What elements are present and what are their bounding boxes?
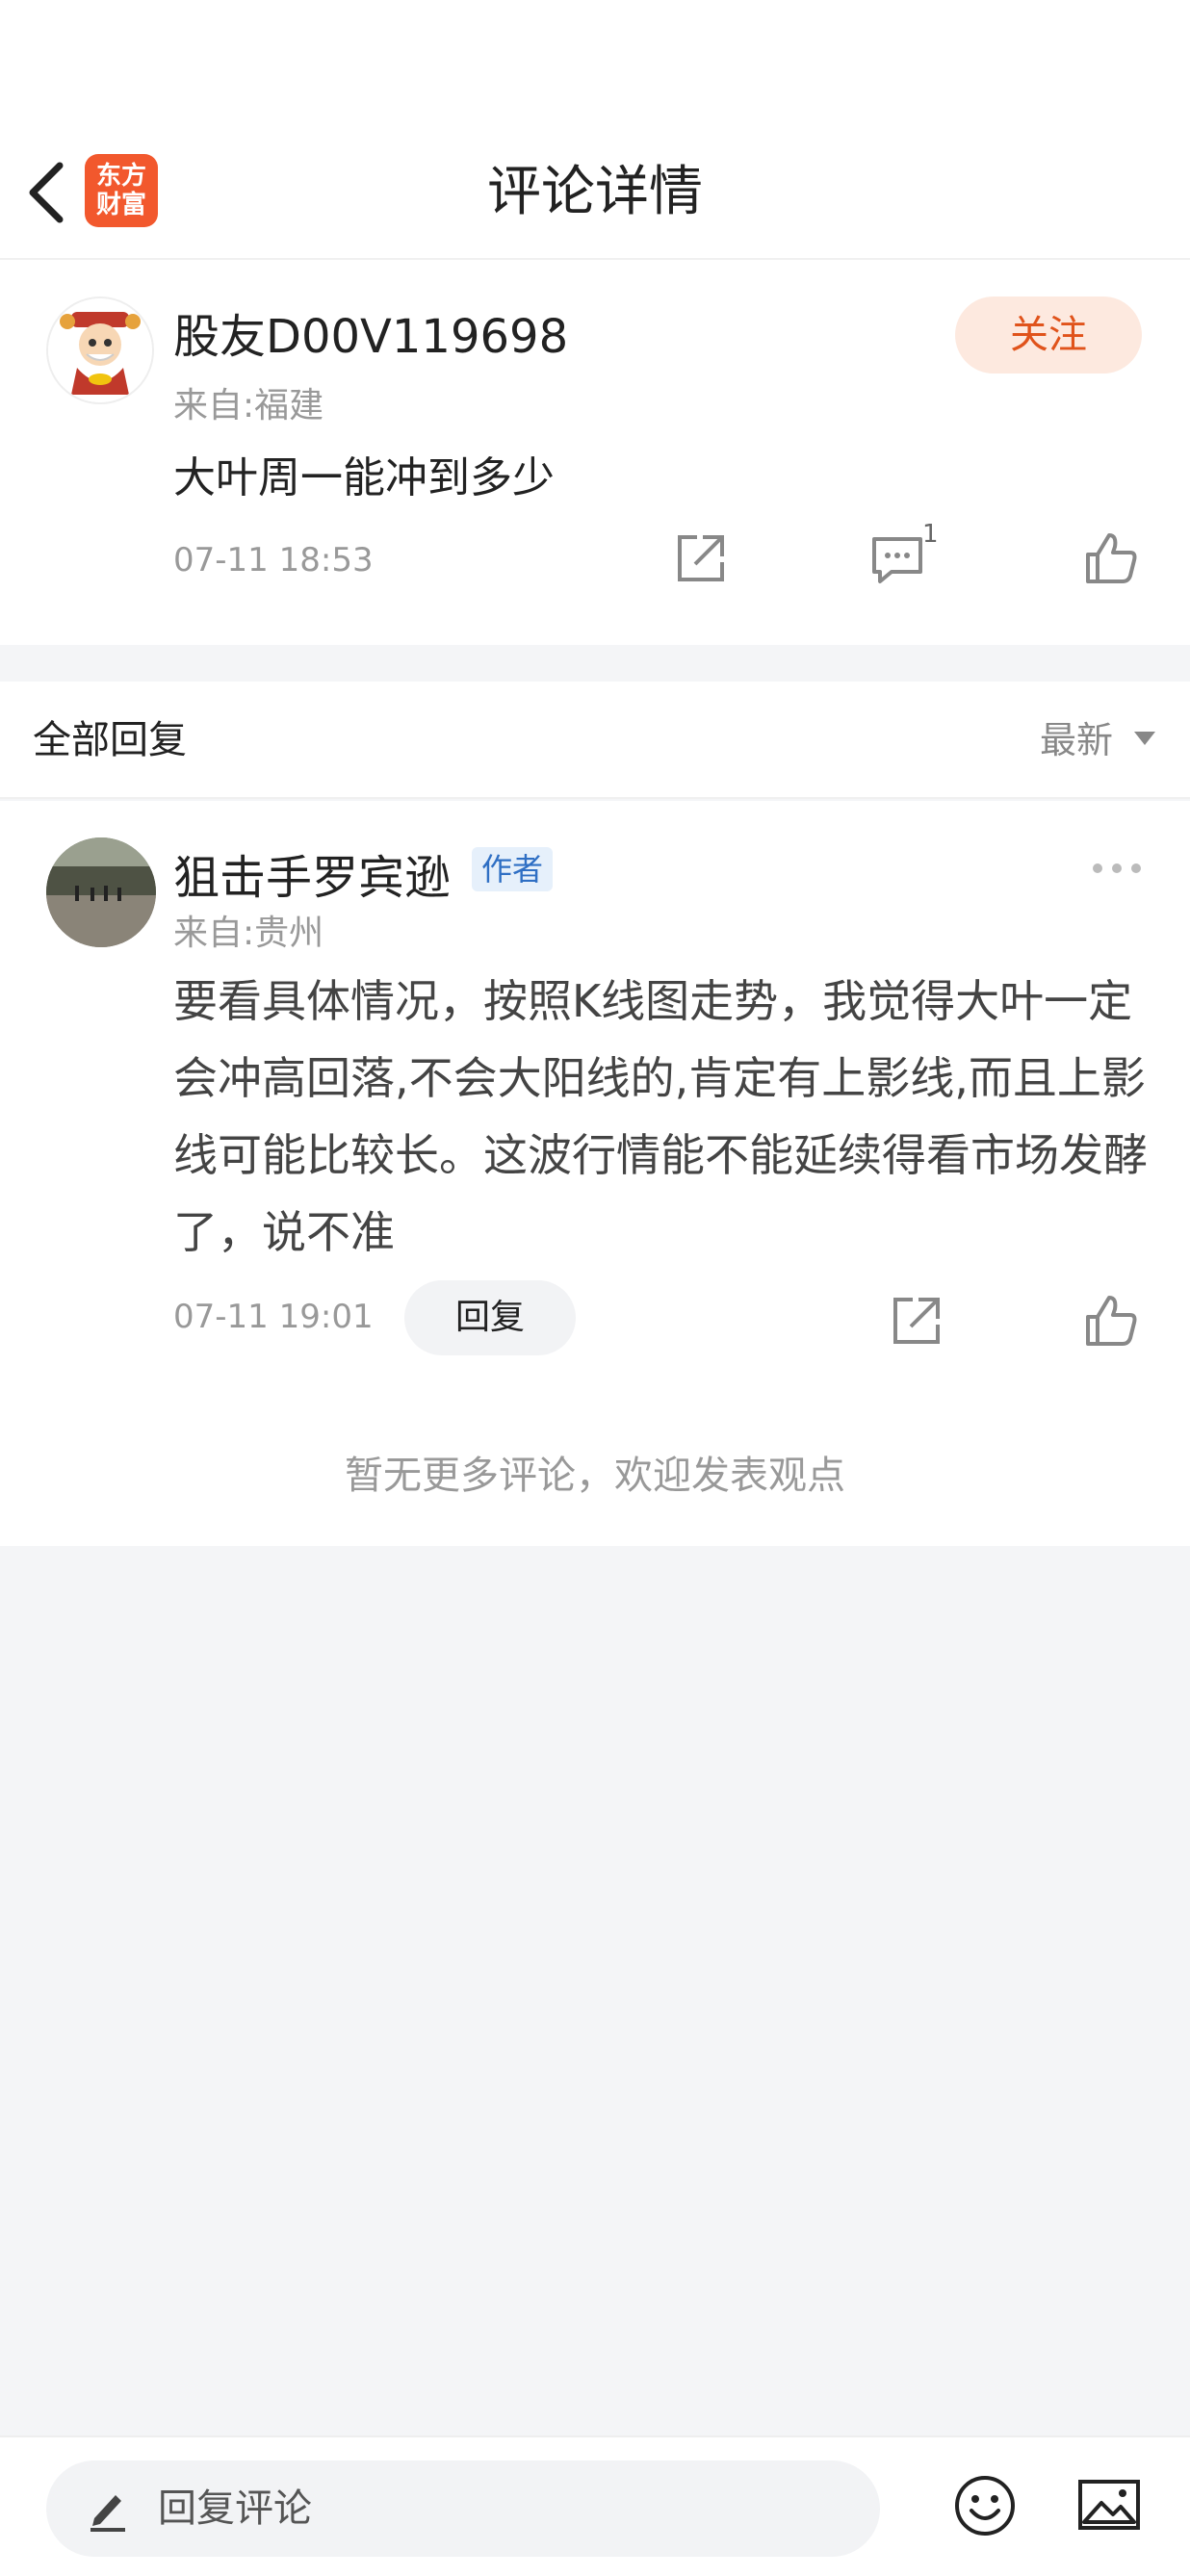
reply-item: 狙击手罗宾逊 作者 来自:贵州 要看具体情况，按照K线图走势，我觉得大叶一定会冲… [0,801,1190,1546]
bottom-bar: 回复评论 [0,2435,1190,2576]
reply-time: 07-11 19:01 [173,1298,374,1336]
logo-line1: 东方 [95,162,146,191]
reply-button[interactable]: 回复 [404,1280,576,1355]
smiley-icon [955,2476,1015,2536]
header: 评论详情 东方 财富 [0,125,1190,260]
avatar-cartoon-icon [48,298,152,402]
post-time: 07-11 18:53 [173,541,374,580]
reply-input[interactable]: 回复评论 [46,2460,880,2557]
image-icon [1078,2480,1140,2530]
back-button[interactable] [21,156,79,229]
post-location: 来自:福建 [173,386,324,425]
no-more-comments-text: 暂无更多评论，欢迎发表观点 [345,1454,845,1498]
post-username[interactable]: 股友D00V119698 [173,298,568,366]
reply-input-placeholder: 回复评论 [158,2486,312,2531]
like-button[interactable] [1080,528,1142,589]
post-card: 股友D00V119698 关注 来自:福建 大叶周一能冲到多少 07-11 18… [0,260,1190,645]
comment-count: 1 [922,520,939,549]
app-logo[interactable]: 东方 财富 [85,154,158,227]
status-bar [0,0,1190,125]
share-button[interactable] [886,1290,947,1352]
thumbs-up-icon [1086,1296,1137,1346]
page-title: 评论详情 [487,161,703,223]
post-content: 大叶周一能冲到多少 [173,453,555,502]
avatar[interactable] [46,296,154,404]
pen-icon [91,2495,125,2532]
reply-content: 要看具体情况，按照K线图走势，我觉得大叶一定会冲高回落,不会大阳线的,肯定有上影… [173,975,1148,1258]
follow-button[interactable]: 关注 [955,296,1142,374]
share-icon [893,1298,940,1344]
avatar[interactable] [46,837,156,947]
comment-button[interactable] [867,528,928,589]
thumbs-up-icon [1086,533,1137,583]
share-icon [678,535,724,581]
like-button[interactable] [1080,1290,1142,1352]
image-button[interactable] [1076,2476,1142,2534]
more-options-button[interactable] [1090,857,1144,880]
sort-dropdown[interactable]: 最新 [1040,682,1113,799]
comment-icon [872,537,922,583]
author-badge: 作者 [472,847,554,891]
caret-down-icon[interactable] [1134,732,1155,745]
back-arrow-icon [29,162,64,223]
share-button[interactable] [670,528,732,589]
avatar-photo-icon [46,837,156,947]
replies-title: 全部回复 [33,718,187,762]
logo-line2: 财富 [95,191,146,219]
replies-header: 全部回复 最新 [0,682,1190,799]
more-dots-icon [1093,863,1141,873]
reply-location: 来自:贵州 [173,914,324,953]
emoji-button[interactable] [953,2474,1017,2537]
reply-username[interactable]: 狙击手罗宾逊 [173,839,451,907]
